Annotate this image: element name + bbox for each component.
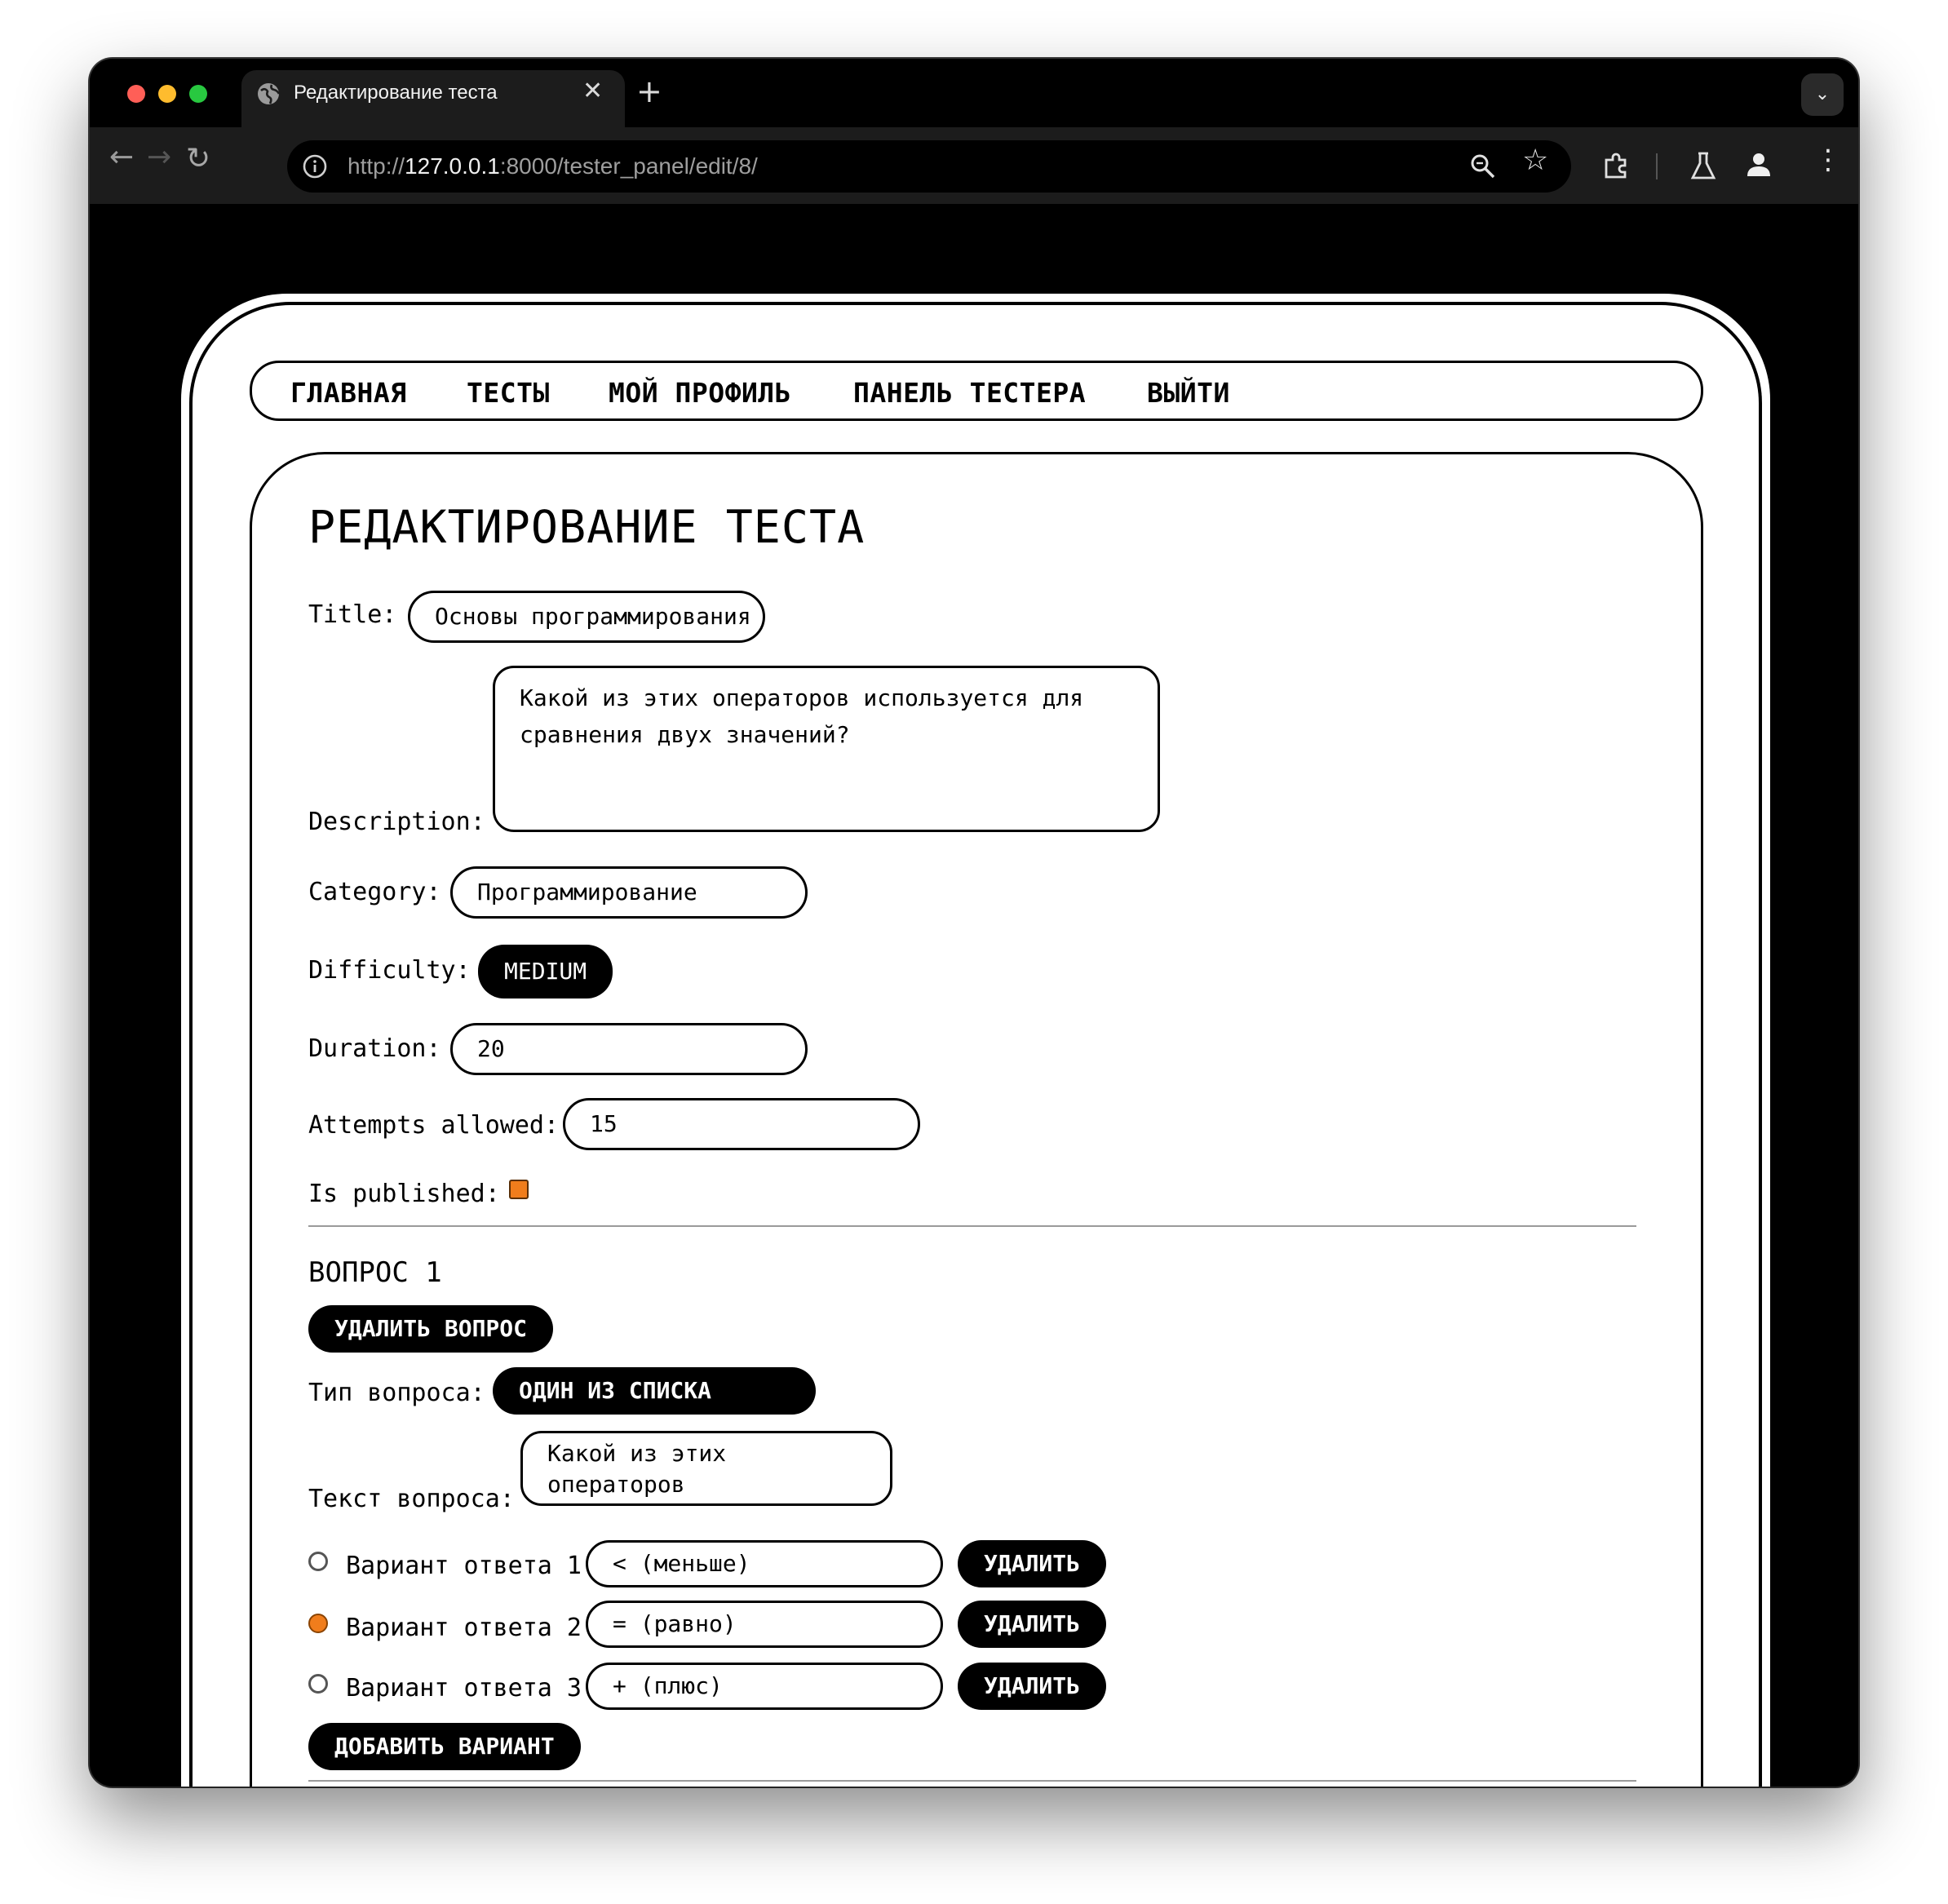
zoom-magnifier-icon[interactable] — [1468, 152, 1498, 181]
title-input[interactable]: Основы программирования — [408, 591, 765, 643]
option-3-input[interactable]: + (плюс) — [586, 1663, 943, 1710]
close-tab-icon[interactable]: ✕ — [582, 77, 603, 105]
option-2-label: Вариант ответа 2 — [346, 1614, 582, 1642]
duration-label: Duration: — [308, 1034, 441, 1063]
duration-input[interactable]: 20 — [450, 1023, 808, 1075]
tab-title: Редактирование теста — [294, 82, 498, 104]
globe-icon — [256, 82, 281, 106]
option-2-radio[interactable] — [308, 1614, 328, 1633]
difficulty-label: Difficulty: — [308, 956, 471, 985]
question-type-select[interactable]: ОДИН ИЗ СПИСКА — [493, 1367, 816, 1415]
browser-menu-kebab-icon[interactable]: ⋮ — [1814, 144, 1842, 176]
labs-flask-icon[interactable] — [1689, 150, 1718, 181]
option-3-label: Вариант ответа 3 — [346, 1674, 582, 1703]
option-2-input[interactable]: = (равно) — [586, 1601, 943, 1648]
option-1-delete-button[interactable]: УДАЛИТЬ — [958, 1540, 1107, 1587]
attempts-input[interactable]: 15 — [563, 1098, 920, 1150]
close-window-button[interactable] — [127, 85, 145, 103]
extensions-puzzle-icon[interactable] — [1600, 150, 1631, 181]
zoom-window-button[interactable] — [189, 85, 207, 103]
browser-window: Редактирование теста ✕ + ⌄ ← → ↻ http://… — [90, 59, 1858, 1787]
new-tab-button[interactable]: + — [636, 73, 662, 109]
description-textarea[interactable]: Какой из этих операторов используется дл… — [493, 666, 1160, 832]
site-info-icon[interactable] — [302, 153, 328, 179]
option-3-radio[interactable] — [308, 1674, 328, 1694]
forward-arrow-icon[interactable]: → — [147, 140, 171, 174]
title-label: Title: — [308, 600, 397, 629]
published-checkbox[interactable] — [509, 1180, 529, 1199]
nav-tests[interactable]: ТЕСТЫ — [467, 377, 550, 409]
description-label: Description: — [308, 808, 485, 836]
option-2-delete-button[interactable]: УДАЛИТЬ — [958, 1601, 1107, 1648]
reload-icon[interactable]: ↻ — [186, 142, 210, 175]
option-3-delete-button[interactable]: УДАЛИТЬ — [958, 1663, 1107, 1710]
difficulty-select[interactable]: MEDIUM — [478, 945, 613, 998]
option-1-label: Вариант ответа 1 — [346, 1552, 582, 1580]
add-option-button[interactable]: ДОБАВИТЬ ВАРИАНТ — [308, 1723, 581, 1770]
option-1-input[interactable]: < (меньше) — [586, 1540, 943, 1587]
delete-question-button[interactable]: УДАЛИТЬ ВОПРОС — [308, 1305, 554, 1353]
category-label: Category: — [308, 878, 441, 906]
attempts-label: Attempts allowed: — [308, 1111, 560, 1140]
profile-avatar-icon[interactable] — [1744, 150, 1773, 179]
option-1-radio[interactable] — [308, 1552, 328, 1571]
page-title: РЕДАКТИРОВАНИЕ ТЕСТА — [308, 501, 866, 553]
toolbar-divider — [1656, 153, 1658, 179]
tab-search-chevron-icon[interactable]: ⌄ — [1801, 73, 1844, 116]
section-divider — [308, 1225, 1636, 1227]
nav-my-profile[interactable]: МОЙ ПРОФИЛЬ — [609, 377, 791, 409]
question-text-label: Текст вопроса: — [308, 1485, 515, 1513]
url-text: http://127.0.0.1:8000/tester_panel/edit/… — [348, 153, 758, 179]
nav-logout[interactable]: ВЫЙТИ — [1147, 377, 1230, 409]
section-divider-bottom — [308, 1780, 1636, 1782]
nav-home[interactable]: ГЛАВНАЯ — [290, 377, 407, 409]
category-input[interactable]: Программирование — [450, 866, 808, 919]
question-type-label: Тип вопроса: — [308, 1379, 485, 1407]
published-label: Is published: — [308, 1180, 500, 1208]
nav-tester-panel[interactable]: ПАНЕЛЬ ТЕСТЕРА — [853, 377, 1086, 409]
back-arrow-icon[interactable]: ← — [109, 140, 134, 174]
question-heading: ВОПРОС 1 — [308, 1256, 442, 1289]
question-text-input[interactable]: Какой из этих операторов — [520, 1431, 892, 1506]
bookmark-star-icon[interactable]: ☆ — [1522, 144, 1548, 177]
minimize-window-button[interactable] — [158, 85, 176, 103]
